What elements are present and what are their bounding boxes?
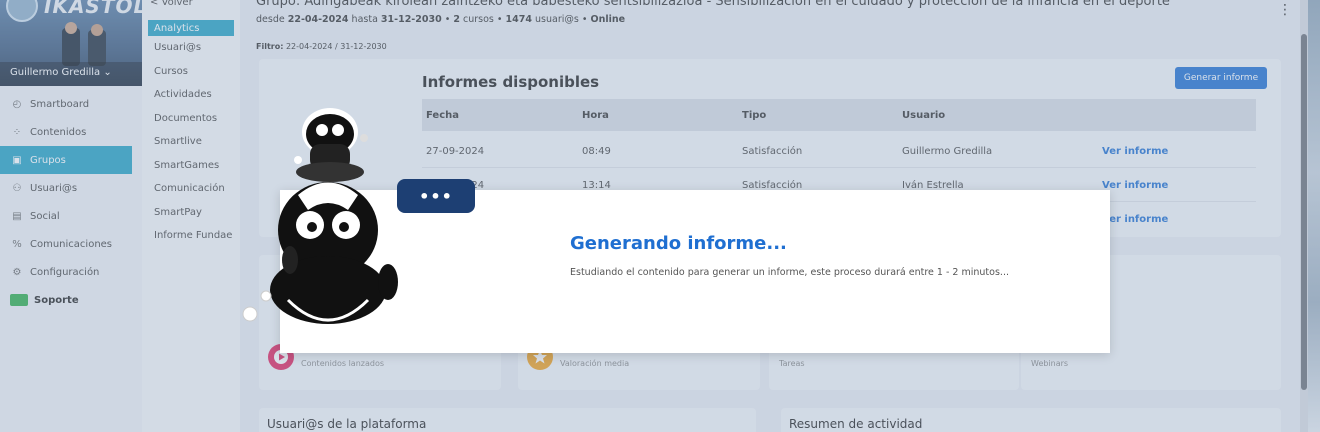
robot-mascot-icon <box>242 108 398 324</box>
typing-bubble: ••• <box>397 179 475 213</box>
modal-title: Generando informe... <box>570 233 787 254</box>
modal-text: Estudiando el contenido para generar un … <box>570 267 1009 278</box>
big-robot <box>242 182 398 324</box>
small-robot <box>294 108 368 182</box>
